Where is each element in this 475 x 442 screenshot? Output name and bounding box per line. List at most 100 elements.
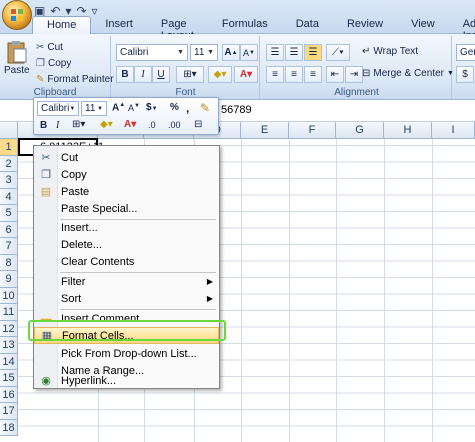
row-header[interactable]: 18 (0, 419, 18, 436)
shrink-font-icon[interactable]: A ▼ (240, 44, 258, 61)
tab-review[interactable]: Review (333, 16, 397, 34)
office-button[interactable] (2, 0, 32, 30)
mini-shrink-font-icon[interactable]: A▼ (128, 103, 140, 113)
row-header[interactable]: 8 (0, 254, 18, 271)
clipboard-icon (7, 41, 27, 64)
format-painter-button[interactable]: ✎ Format Painter (36, 74, 114, 85)
mini-percent-icon[interactable]: % (170, 102, 179, 113)
row-header[interactable]: 12 (0, 320, 18, 337)
menu-item-copy[interactable]: ❐ Copy (34, 166, 219, 183)
tab-data[interactable]: Data (282, 16, 333, 34)
number-format-select[interactable]: Gen (456, 44, 475, 61)
menu-item-hyperlink[interactable]: ◉ Hyperlink... (34, 372, 219, 389)
underline-button[interactable]: U (152, 66, 170, 83)
menu-item-filter[interactable]: Filter ▶ (34, 273, 219, 290)
decrease-indent-icon[interactable]: ⇤ (326, 66, 344, 83)
menu-item-paste-special[interactable]: Paste Special... (34, 200, 219, 217)
row-header[interactable]: 7 (0, 238, 18, 255)
paste-button[interactable]: Paste (4, 40, 30, 76)
column-header-f[interactable]: F (289, 122, 336, 139)
highlight-outline (28, 320, 226, 341)
align-right-icon[interactable]: ≡ (304, 66, 322, 83)
tab-home[interactable]: Home (32, 16, 92, 35)
brush-icon: ✎ (36, 74, 45, 85)
row-header[interactable]: 9 (0, 271, 18, 288)
increase-indent-icon[interactable]: ⇥ (345, 66, 363, 83)
copy-button[interactable]: ❐ Copy (36, 58, 71, 69)
tab-insert[interactable]: Insert (91, 16, 147, 34)
menu-item-clear-contents[interactable]: Clear Contents (34, 253, 219, 270)
mini-grow-font-icon[interactable]: A▲ (112, 102, 125, 113)
select-all-corner[interactable] (0, 122, 18, 139)
tab-view[interactable]: View (397, 16, 449, 34)
bold-button[interactable]: B (116, 66, 134, 83)
menu-item-delete[interactable]: Delete... (34, 236, 219, 253)
row-header[interactable]: 4 (0, 188, 18, 205)
mini-bold-button[interactable]: B (40, 120, 47, 131)
mini-fill-color-icon[interactable]: ◆▾ (100, 119, 113, 130)
italic-button[interactable]: I (134, 66, 152, 83)
merge-center-button[interactable]: ⊟ Merge & Center ▼ (362, 68, 454, 79)
mini-merge-icon[interactable]: ⊟ (194, 119, 202, 130)
align-bottom-icon[interactable]: ☰ (304, 44, 322, 61)
row-header[interactable]: 3 (0, 172, 18, 189)
wrap-text-icon: ↵ (362, 46, 371, 57)
column-header-i[interactable]: I (432, 122, 475, 139)
chevron-down-icon: ▼ (207, 49, 214, 56)
mini-increase-decimal-icon[interactable]: .0 (148, 120, 156, 130)
grow-font-icon[interactable]: A ▲ (222, 44, 240, 61)
grid-line (384, 139, 385, 442)
column-header-h[interactable]: H (384, 122, 432, 139)
menu-item-sort[interactable]: Sort ▶ (34, 290, 219, 307)
font-size-select[interactable]: 11 ▼ (190, 44, 218, 61)
ribbon-tabs: Home Insert Page Layout Formulas Data Re… (32, 16, 475, 42)
row-header[interactable]: 15 (0, 370, 18, 387)
font-family-select[interactable]: Calibri ▼ (116, 44, 188, 61)
mini-decrease-decimal-icon[interactable]: .00 (168, 120, 181, 130)
cut-button[interactable]: ✂ Cut (36, 42, 63, 53)
row-header[interactable]: 11 (0, 304, 18, 321)
row-header[interactable]: 17 (0, 403, 18, 420)
column-header-e[interactable]: E (241, 122, 289, 139)
row-header[interactable]: 14 (0, 353, 18, 370)
row-header[interactable]: 13 (0, 337, 18, 354)
menu-item-cut[interactable]: ✂ Cut (34, 149, 219, 166)
mini-format-painter-icon[interactable]: ✎ (200, 101, 210, 115)
tab-page-layout[interactable]: Page Layout (147, 16, 208, 42)
mini-comma-icon[interactable]: , (186, 101, 189, 115)
column-header-g[interactable]: G (336, 122, 384, 139)
menu-item-insert[interactable]: Insert... (34, 219, 219, 236)
menu-item-paste[interactable]: ▤ Paste (34, 183, 219, 200)
wrap-text-button[interactable]: ↵ Wrap Text (362, 46, 418, 57)
submenu-arrow-icon: ▶ (206, 277, 213, 286)
mini-font-color-icon[interactable]: A▾ (124, 119, 136, 130)
mini-borders-icon[interactable]: ⊞▾ (72, 119, 85, 130)
menu-item-pick-from-list[interactable]: Pick From Drop-down List... (34, 345, 219, 362)
currency-button[interactable]: $ (456, 66, 474, 83)
mini-font-select[interactable]: Calibri ▼ (37, 101, 79, 116)
font-group: Calibri ▼ 11 ▼ A ▲ A ▼ B I U ⊞▾ ◆▾ A▾ Font (112, 36, 260, 99)
orientation-icon[interactable]: ⟋▾ (326, 44, 350, 61)
row-header[interactable]: 6 (0, 221, 18, 238)
mini-currency-icon[interactable]: $▼ (146, 102, 158, 113)
chevron-down-icon: ▼ (446, 70, 454, 77)
row-header[interactable]: 1 (0, 139, 18, 156)
align-left-icon[interactable]: ≡ (266, 66, 284, 83)
fill-color-icon[interactable]: ◆▾ (208, 66, 232, 83)
mini-size-select[interactable]: 11 ▼ (81, 101, 107, 116)
font-color-icon[interactable]: A▾ (234, 66, 258, 83)
tab-add-ins[interactable]: Add-Ins (449, 16, 475, 42)
row-header[interactable]: 5 (0, 205, 18, 222)
ribbon: Paste ✂ Cut ❐ Copy ✎ Format Painter Clipboa… (0, 34, 475, 100)
mini-italic-button[interactable]: I (56, 120, 59, 131)
tab-formulas[interactable]: Formulas (208, 16, 282, 34)
row-header[interactable]: 2 (0, 155, 18, 172)
align-middle-icon[interactable]: ☰ (285, 44, 303, 61)
borders-icon[interactable]: ⊞▾ (176, 66, 204, 83)
merge-icon: ⊟ (362, 68, 371, 79)
align-top-icon[interactable]: ☰ (266, 44, 284, 61)
office-logo-icon (11, 9, 23, 21)
align-center-icon[interactable]: ≡ (285, 66, 303, 83)
row-header[interactable]: 10 (0, 287, 18, 304)
row-header[interactable]: 16 (0, 386, 18, 403)
